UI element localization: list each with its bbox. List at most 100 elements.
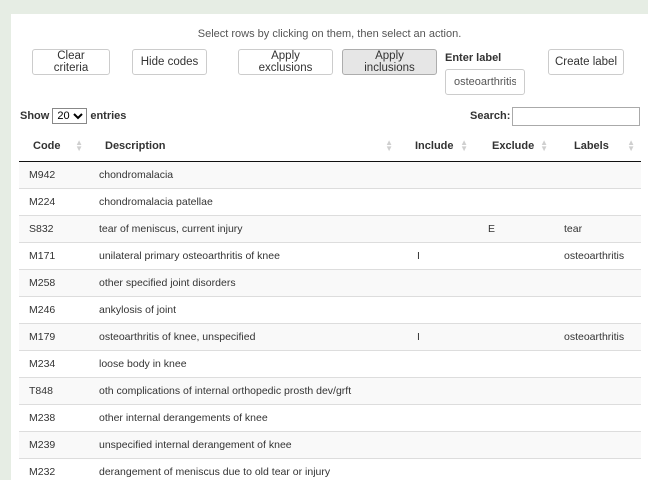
labels-cell: [554, 295, 641, 323]
entries-length-select[interactable]: 20: [52, 108, 88, 124]
table-row[interactable]: M232 derangement of meniscus due to old t…: [19, 457, 641, 480]
labels-cell: [554, 376, 641, 404]
table-row[interactable]: M246 ankylosis of joint: [19, 295, 641, 323]
hide-codes-button[interactable]: Hide codes: [132, 49, 207, 75]
code-cell: M224: [19, 187, 89, 215]
table-row[interactable]: M234 loose body in knee: [19, 349, 641, 377]
description-cell: chondromalacia patellae: [89, 187, 399, 215]
column-header-include[interactable]: Include ▲ ▼: [399, 131, 474, 162]
search-label: Search:: [470, 110, 511, 122]
table-row[interactable]: M238 other internal derangements of knee: [19, 403, 641, 431]
code-cell: S832: [19, 214, 89, 242]
include-cell: [399, 268, 474, 296]
labels-cell: osteoarthritis: [554, 322, 641, 350]
search-input[interactable]: [512, 107, 640, 126]
column-header-exclude[interactable]: Exclude ▲ ▼: [474, 131, 554, 162]
exclude-cell: [474, 403, 554, 431]
description-cell: other internal derangements of knee: [89, 403, 399, 431]
description-cell: osteoarthritis of knee, unspecified: [89, 322, 399, 350]
description-cell: tear of meniscus, current injury: [89, 214, 399, 242]
table-row[interactable]: T848 oth complications of internal orthop…: [19, 376, 641, 404]
code-cell: M258: [19, 268, 89, 296]
include-cell: [399, 376, 474, 404]
description-cell: loose body in knee: [89, 349, 399, 377]
labels-cell: [554, 403, 641, 431]
column-header-label: Code: [33, 139, 61, 152]
description-cell: oth complications of internal orthopedic…: [89, 376, 399, 404]
code-cell: M171: [19, 241, 89, 269]
code-cell: M238: [19, 403, 89, 431]
column-header-label: Labels: [574, 139, 609, 152]
include-cell: I: [399, 241, 474, 269]
sort-icon: ▲ ▼: [385, 138, 393, 153]
table-header-row: Code ▲ ▼ Description ▲ ▼ Include ▲ ▼ Exclude ▲ ▼…: [19, 131, 641, 162]
table-row[interactable]: M239 unspecified internal derangement of …: [19, 430, 641, 458]
exclude-cell: E: [474, 214, 554, 242]
exclude-cell: [474, 430, 554, 458]
labels-cell: osteoarthritis: [554, 241, 641, 269]
description-cell: other specified joint disorders: [89, 268, 399, 296]
table-row[interactable]: S832 tear of meniscus, current injury Etea…: [19, 214, 641, 242]
apply-inclusions-button[interactable]: Apply inclusions: [342, 49, 437, 75]
entries-label: entries: [90, 110, 127, 122]
labels-cell: [554, 268, 641, 296]
code-cell: M179: [19, 322, 89, 350]
description-cell: unilateral primary osteoarthritis of kne…: [89, 241, 399, 269]
include-cell: [399, 187, 474, 215]
include-cell: [399, 403, 474, 431]
column-header-code[interactable]: Code ▲ ▼: [19, 131, 89, 162]
exclude-cell: [474, 322, 554, 350]
sort-icon: ▲ ▼: [627, 138, 635, 153]
show-label: Show: [20, 110, 50, 122]
sort-icon: ▲ ▼: [540, 138, 548, 153]
description-cell: unspecified internal derangement of knee: [89, 430, 399, 458]
label-input[interactable]: [445, 69, 525, 95]
description-cell: derangement of meniscus due to old tear …: [89, 457, 399, 480]
main-panel: Select rows by clicking on them, then se…: [11, 14, 648, 480]
table-row[interactable]: M942 chondromalacia: [19, 161, 641, 188]
clear-criteria-button[interactable]: Clear criteria: [32, 49, 110, 75]
exclude-cell: [474, 187, 554, 215]
include-cell: [399, 457, 474, 480]
exclude-cell: [474, 161, 554, 188]
column-header-label: Exclude: [492, 139, 535, 152]
include-cell: [399, 430, 474, 458]
labels-cell: [554, 430, 641, 458]
sort-icon: ▲ ▼: [75, 138, 83, 153]
description-cell: chondromalacia: [89, 161, 399, 188]
code-cell: M239: [19, 430, 89, 458]
include-cell: [399, 349, 474, 377]
column-header-labels[interactable]: Labels ▲ ▼: [554, 131, 641, 162]
instructions-text: Select rows by clicking on them, then se…: [197, 28, 462, 40]
column-header-description[interactable]: Description ▲ ▼: [89, 131, 399, 162]
table-row[interactable]: M258 other specified joint disorders: [19, 268, 641, 296]
apply-exclusions-button[interactable]: Apply exclusions: [238, 49, 333, 75]
code-cell: M942: [19, 161, 89, 188]
create-label-button[interactable]: Create label: [548, 49, 624, 75]
sort-icon: ▲ ▼: [460, 138, 468, 153]
column-header-label: Include: [415, 139, 454, 152]
code-cell: M246: [19, 295, 89, 323]
codes-table: Code ▲ ▼ Description ▲ ▼ Include ▲ ▼ Exclude ▲ ▼…: [19, 131, 641, 480]
labels-cell: [554, 161, 641, 188]
code-cell: T848: [19, 376, 89, 404]
exclude-cell: [474, 241, 554, 269]
column-header-label: Description: [105, 139, 166, 152]
code-cell: M234: [19, 349, 89, 377]
table-row[interactable]: M171 unilateral primary osteoarthritis of…: [19, 241, 641, 269]
include-cell: [399, 214, 474, 242]
exclude-cell: [474, 376, 554, 404]
labels-cell: [554, 349, 641, 377]
description-cell: ankylosis of joint: [89, 295, 399, 323]
table-row[interactable]: M179 osteoarthritis of knee, unspecified I…: [19, 322, 641, 350]
labels-cell: [554, 457, 641, 480]
labels-cell: tear: [554, 214, 641, 242]
table-row[interactable]: M224 chondromalacia patellae: [19, 187, 641, 215]
include-cell: I: [399, 322, 474, 350]
length-control: Show 20 entries: [20, 108, 126, 124]
include-cell: [399, 295, 474, 323]
code-cell: M232: [19, 457, 89, 480]
exclude-cell: [474, 349, 554, 377]
labels-cell: [554, 187, 641, 215]
exclude-cell: [474, 457, 554, 480]
